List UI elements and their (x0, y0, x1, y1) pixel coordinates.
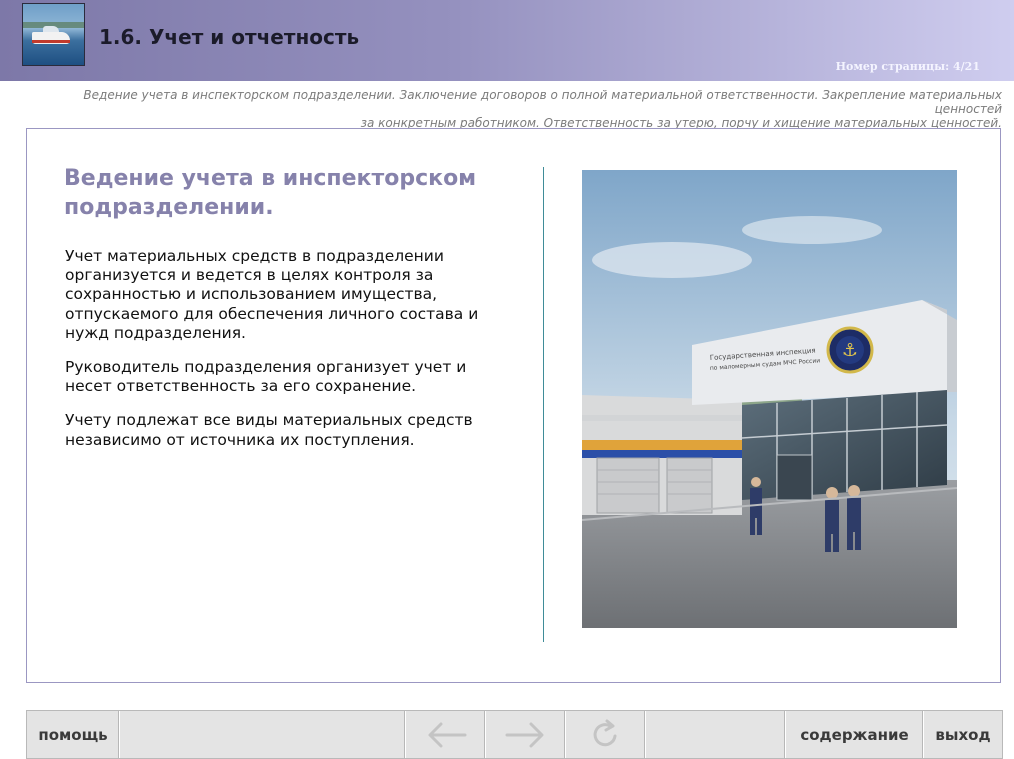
building-illustration: Государственная инспекция по маломерным … (582, 170, 957, 628)
footer-spacer (120, 711, 406, 758)
arrow-right-icon (505, 722, 543, 747)
help-button[interactable]: помощь (27, 711, 120, 758)
body-text: Учет материальных средств в подразделени… (65, 247, 505, 465)
page-number: Номер страницы: 4/21 (835, 60, 980, 73)
forward-button[interactable] (486, 711, 566, 758)
content-heading: Ведение учета в инспекторском подразделе… (64, 164, 504, 222)
contents-label: содержание (800, 725, 909, 744)
arrow-left-icon (428, 722, 466, 747)
boat-logo-icon (22, 3, 85, 66)
header-bar: 1.6. Учет и отчетность Номер страницы: 4… (0, 0, 1014, 81)
back-button[interactable] (406, 711, 486, 758)
heading-line-1: Ведение учета в инспекторском (64, 166, 477, 191)
paragraph: Руководитель подразделения организует уч… (65, 358, 467, 396)
paragraph: Учету подлежат все виды материальных сре… (65, 411, 473, 449)
exit-label: выход (935, 725, 991, 744)
heading-line-2: подразделении. (64, 195, 274, 220)
page-title: 1.6. Учет и отчетность (99, 25, 360, 49)
footer-nav: помощь содержание выход (26, 710, 1003, 759)
footer-spacer (646, 711, 786, 758)
vertical-divider (543, 167, 544, 642)
subtitle-line-1: Ведение учета в инспекторском подразделе… (83, 88, 1002, 116)
content-panel: Ведение учета в инспекторском подразделе… (26, 128, 1001, 683)
help-label: помощь (38, 725, 108, 744)
paragraph: Учет материальных средств в подразделени… (65, 247, 479, 342)
topic-subtitle: Ведение учета в инспекторском подразделе… (22, 88, 1002, 130)
reload-icon (593, 719, 616, 746)
exit-button[interactable]: выход (924, 711, 1002, 758)
reload-button[interactable] (566, 711, 646, 758)
svg-text:⚓: ⚓ (842, 340, 858, 361)
contents-button[interactable]: содержание (786, 711, 924, 758)
